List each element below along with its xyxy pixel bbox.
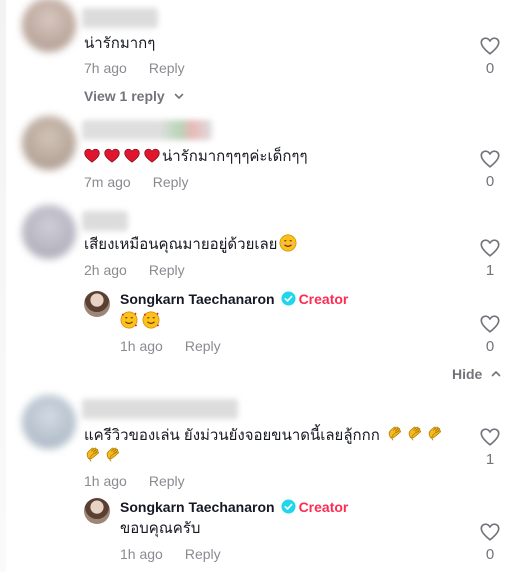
comment-time: 7m ago	[84, 174, 131, 190]
comment-text: น่ารักมากๆๆๆค่ะเด็กๆๆ	[162, 148, 308, 165]
reply-button[interactable]: Reply	[153, 174, 189, 190]
creator-label: Creator	[298, 499, 349, 515]
reply-time: 1h ago	[120, 546, 163, 562]
reply-time: 1h ago	[120, 338, 163, 354]
like-count: 0	[485, 173, 495, 190]
comment-item: น่ารักมากๆ 7h ago Reply 0 View 1 reply	[0, 0, 526, 110]
red-heart-icon	[104, 148, 120, 163]
view-replies-button[interactable]: View 1 reply	[84, 88, 185, 104]
comment-time: 1h ago	[84, 473, 127, 489]
chevron-down-icon	[173, 90, 185, 102]
avatar[interactable]	[22, 205, 76, 259]
red-heart-icon	[144, 148, 160, 163]
comment-item: เสียงเหมือนคุณมายอยู่ด้วยเลย 2h ago Reply…	[0, 205, 526, 390]
comment-text: น่ารักมากๆ	[84, 35, 156, 52]
heart-outline-icon[interactable]	[479, 313, 501, 335]
smiling-face-icon	[279, 234, 297, 252]
creator-avatar[interactable]	[84, 291, 110, 317]
heart-outline-icon[interactable]	[479, 237, 501, 259]
reply-button[interactable]: Reply	[185, 546, 221, 562]
verified-badge-icon	[281, 499, 296, 514]
smiling-face-with-hearts-icon	[142, 311, 160, 329]
clapping-hands-icon	[84, 446, 102, 464]
comment-time: 7h ago	[84, 60, 127, 76]
reply-button[interactable]: Reply	[149, 262, 185, 278]
reply-meta: 1h ago Reply	[120, 546, 221, 562]
heart-outline-icon[interactable]	[479, 148, 501, 170]
reply-button[interactable]: Reply	[185, 338, 221, 354]
username-blurred[interactable]	[82, 8, 158, 28]
clapping-hands-icon	[426, 425, 444, 443]
like-count: 0	[485, 546, 495, 563]
heart-outline-icon[interactable]	[479, 521, 501, 543]
reply-button[interactable]: Reply	[149, 473, 185, 489]
comment-text-row-2	[84, 446, 122, 468]
reply-author-row: Songkarn Taechanaron Creator	[120, 499, 348, 515]
comment-meta: 7h ago Reply	[84, 60, 185, 76]
reply-text-row	[120, 311, 160, 333]
red-heart-icon	[124, 148, 140, 163]
like-button[interactable]: 0	[478, 35, 502, 77]
clapping-hands-icon	[406, 425, 424, 443]
avatar[interactable]	[22, 395, 76, 449]
username-blurred[interactable]	[82, 399, 238, 419]
clapping-hands-icon	[104, 446, 122, 464]
heart-outline-icon[interactable]	[479, 35, 501, 57]
like-button[interactable]: 1	[478, 237, 502, 279]
smiling-face-with-hearts-icon	[120, 311, 138, 329]
comment-meta: 7m ago Reply	[84, 174, 189, 190]
like-button[interactable]: 0	[478, 148, 502, 190]
avatar[interactable]	[22, 116, 76, 170]
chevron-up-icon	[490, 368, 502, 380]
view-replies-label: View 1 reply	[84, 88, 165, 104]
verified-badge-icon	[281, 291, 296, 306]
reply-button[interactable]: Reply	[149, 60, 185, 76]
reply-author-name[interactable]: Songkarn Taechanaron	[120, 499, 275, 515]
like-count: 0	[485, 338, 495, 355]
comment-text-row: เสียงเหมือนคุณมายอยู่ด้วยเลย	[84, 234, 297, 256]
like-button[interactable]: 0	[478, 521, 502, 563]
red-heart-icon	[84, 148, 100, 163]
like-count: 1	[485, 451, 495, 468]
like-button[interactable]: 0	[478, 313, 502, 355]
comment-text-row: น่ารักมากๆๆๆค่ะเด็กๆๆ	[84, 146, 308, 168]
heart-outline-icon[interactable]	[479, 426, 501, 448]
reply-text: ขอบคุณครับ	[120, 520, 201, 537]
like-button[interactable]: 1	[478, 426, 502, 468]
hide-replies-button[interactable]: Hide	[452, 366, 502, 382]
comment-text-row: แครีวิวของเล่น ยังม่วนยังจอยขนาดนี้เลยลู…	[84, 425, 444, 447]
comment-text: เสียงเหมือนคุณมายอยู่ด้วยเลย	[84, 236, 278, 253]
like-count: 0	[485, 60, 495, 77]
creator-label: Creator	[298, 291, 349, 307]
comment-item: น่ารักมากๆๆๆค่ะเด็กๆๆ 7m ago Reply 0	[0, 116, 526, 196]
clapping-hands-icon	[386, 425, 404, 443]
creator-avatar[interactable]	[84, 498, 110, 524]
username-blurred[interactable]	[82, 120, 212, 140]
username-blurred[interactable]	[82, 211, 128, 231]
like-count: 1	[485, 262, 495, 279]
comment-meta: 1h ago Reply	[84, 473, 185, 489]
hide-label: Hide	[452, 366, 483, 382]
comment-meta: 2h ago Reply	[84, 262, 185, 278]
avatar[interactable]	[22, 0, 76, 52]
comment-time: 2h ago	[84, 262, 127, 278]
comment-text: แครีวิวของเล่น ยังม่วนยังจอยขนาดนี้เลยลู…	[84, 427, 380, 444]
reply-author-row: Songkarn Taechanaron Creator	[120, 291, 348, 307]
comment-item: แครีวิวของเล่น ยังม่วนยังจอยขนาดนี้เลยลู…	[0, 395, 526, 572]
reply-meta: 1h ago Reply	[120, 338, 221, 354]
reply-author-name[interactable]: Songkarn Taechanaron	[120, 291, 275, 307]
